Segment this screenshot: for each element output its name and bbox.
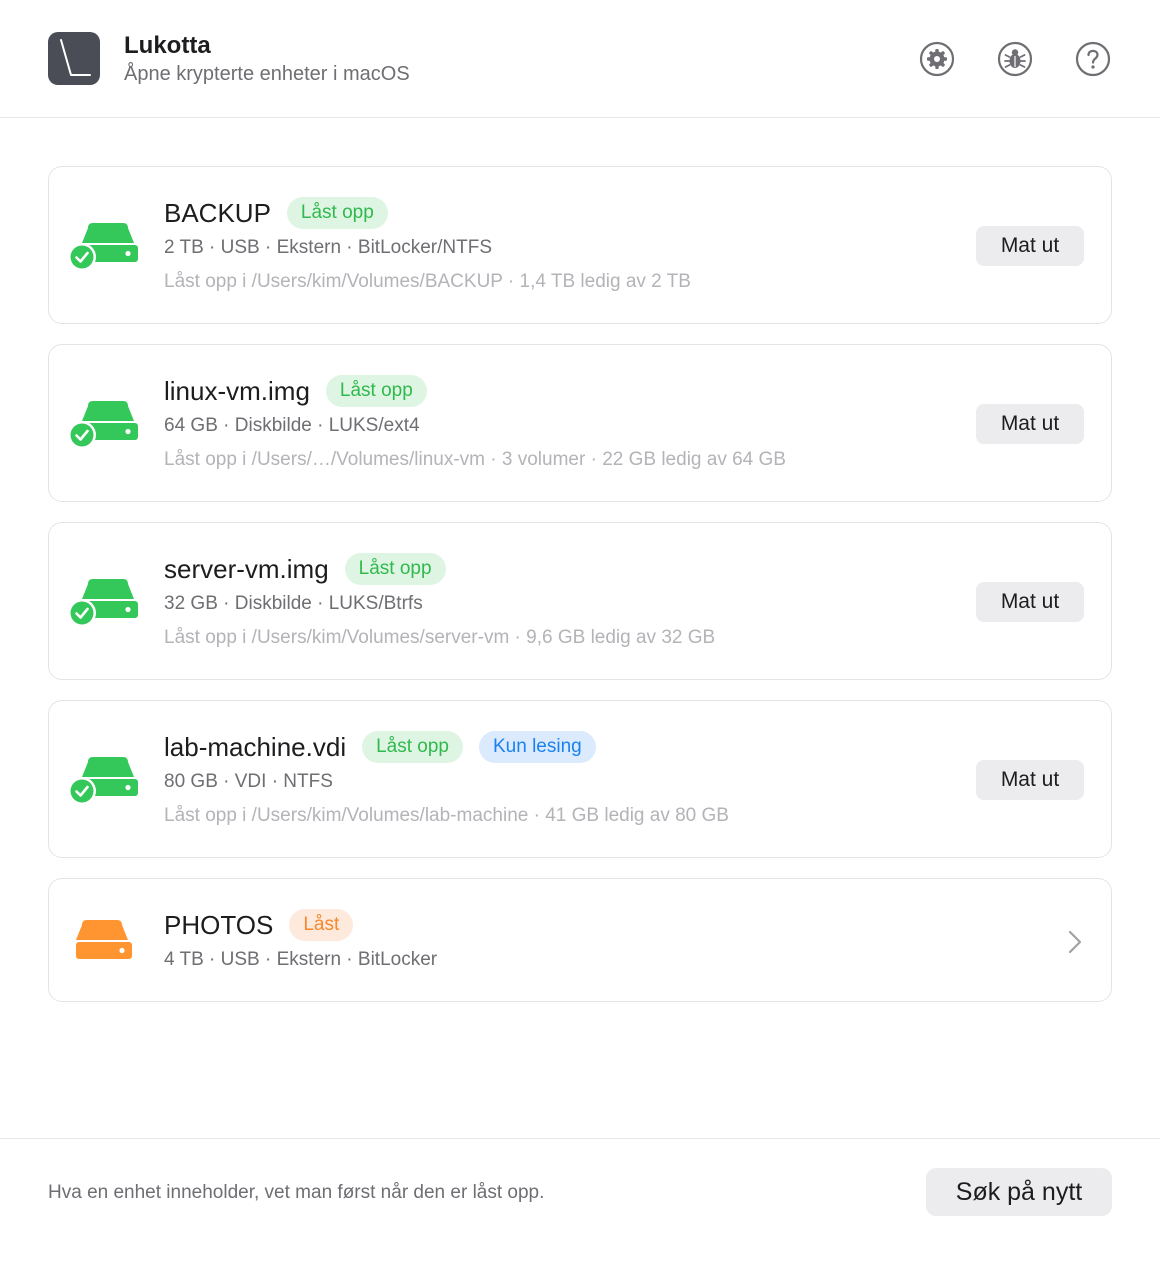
device-meta: 4 TB · USB · Ekstern · BitLocker [164, 949, 438, 970]
device-meta: 64 GB · Diskbilde · LUKS/ext4 [164, 415, 420, 436]
device-mount-info: Låst opp i /Users/kim/Volumes/lab-machin… [164, 805, 729, 826]
read-only-badge: Kun lesing [479, 731, 596, 763]
device-name: lab-machine.vdi [164, 731, 347, 762]
footer: Hva en enhet inneholder, vet man først n… [0, 1138, 1160, 1264]
help-icon [1075, 41, 1111, 77]
status-badge: Låst opp [325, 375, 427, 407]
app-subtitle: Åpne krypterte enheter i macOS [124, 63, 410, 85]
eject-button[interactable]: Mat ut [976, 404, 1084, 444]
device-meta: 32 GB · Diskbilde · LUKS/Btrfs [164, 593, 423, 614]
device-card[interactable]: linux-vm.img Låst opp 64 GB · Diskbilde … [48, 344, 1112, 502]
app-logo-icon [48, 32, 100, 85]
status-badge: Låst opp [362, 731, 463, 763]
gear-icon [919, 41, 955, 77]
settings-button[interactable] [919, 41, 955, 77]
device-name: PHOTOS [164, 909, 274, 940]
device-meta: 2 TB · USB · Ekstern · BitLocker/NTFS [164, 237, 493, 258]
device-card[interactable]: BACKUP Låst opp 2 TB · USB · Ekstern · B… [48, 166, 1112, 324]
app-title: Lukotta [124, 32, 211, 59]
debug-button[interactable] [997, 41, 1033, 77]
footer-note: Hva en enhet inneholder, vet man først n… [48, 1182, 545, 1203]
help-button[interactable] [1075, 41, 1111, 77]
drive-unlocked-icon [68, 757, 138, 805]
status-badge: Låst [289, 909, 354, 941]
eject-button[interactable]: Mat ut [976, 760, 1084, 800]
device-card[interactable]: PHOTOS Låst 4 TB · USB · Ekstern · BitLo… [48, 878, 1112, 1002]
device-name: BACKUP [164, 197, 271, 228]
device-card[interactable]: lab-machine.vdi Låst opp Kun lesing 80 G… [48, 700, 1112, 858]
device-mount-info: Låst opp i /Users/kim/Volumes/server-vm … [164, 627, 716, 648]
rescan-button[interactable]: Søk på nytt [926, 1168, 1112, 1216]
drive-unlocked-icon [68, 579, 138, 627]
eject-button[interactable]: Mat ut [976, 582, 1084, 622]
device-mount-info: Låst opp i /Users/kim/Volumes/BACKUP · 1… [164, 271, 691, 292]
device-mount-info: Låst opp i /Users/…/Volumes/linux-vm · 3… [164, 449, 786, 470]
status-badge: Låst opp [286, 197, 388, 229]
status-badge: Låst opp [344, 553, 446, 585]
drive-unlocked-icon [68, 223, 138, 271]
drive-unlocked-icon [68, 401, 138, 449]
device-meta: 80 GB · VDI · NTFS [164, 771, 333, 792]
eject-button[interactable]: Mat ut [976, 226, 1084, 266]
device-card[interactable]: server-vm.img Låst opp 32 GB · Diskbilde… [48, 522, 1112, 680]
drive-locked-icon [76, 920, 132, 959]
device-list: BACKUP Låst opp 2 TB · USB · Ekstern · B… [48, 166, 1112, 1022]
device-name: server-vm.img [164, 553, 329, 584]
app-header: Lukotta Åpne krypterte enheter i macOS [0, 0, 1160, 118]
device-name: linux-vm.img [164, 375, 310, 406]
bug-icon [997, 41, 1033, 77]
chevron-right-icon[interactable] [1065, 929, 1085, 955]
